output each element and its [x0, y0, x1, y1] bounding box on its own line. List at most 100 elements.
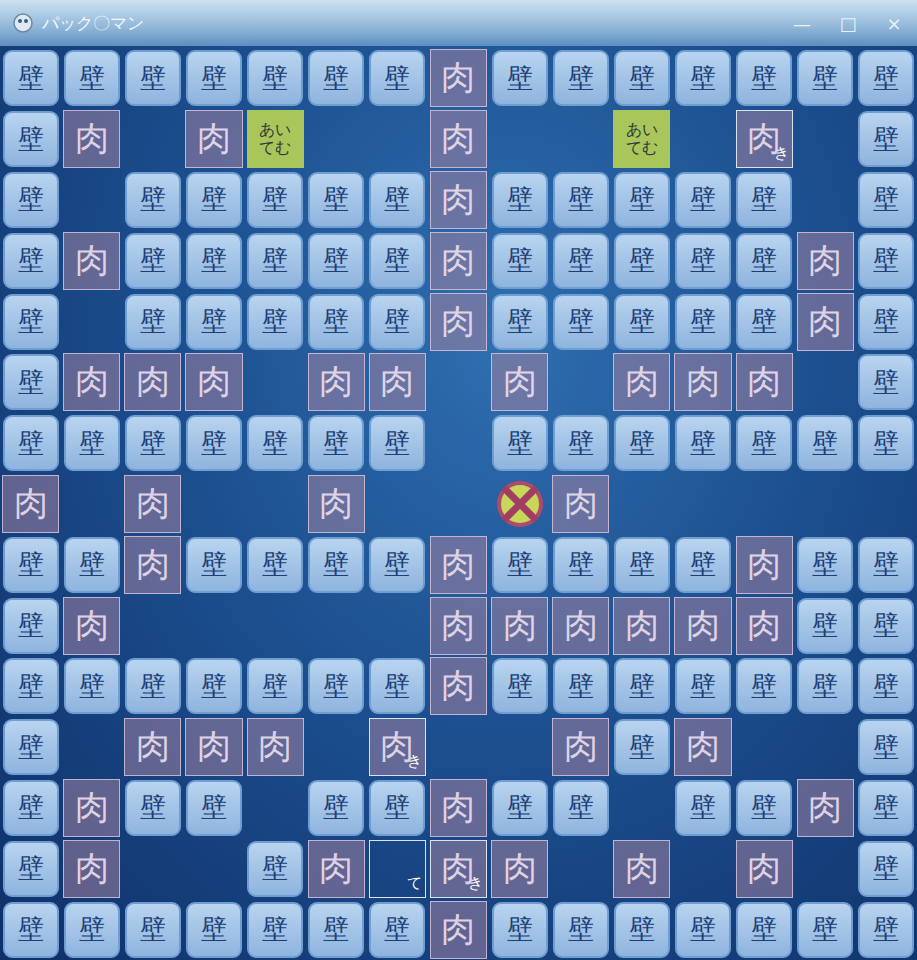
board-cell: 壁: [122, 230, 183, 291]
board-cell: 肉: [306, 474, 367, 535]
board-cell: 肉: [795, 230, 856, 291]
board-cell: 肉: [61, 230, 122, 291]
board-cell: 壁: [856, 534, 917, 595]
wall-tile: 壁: [736, 415, 792, 471]
board-cell: 壁: [0, 899, 61, 960]
wall-tile: 壁: [797, 902, 853, 958]
meat-tile: 肉: [674, 597, 731, 655]
wall-tile: 壁: [308, 50, 364, 106]
board-cell: 壁: [122, 413, 183, 474]
board-cell: 壁: [856, 656, 917, 717]
meat-tile: 肉: [430, 293, 487, 351]
board-cell: 壁: [245, 899, 306, 960]
meat-tile: 肉: [430, 657, 487, 715]
enemy: 肉き: [430, 840, 487, 898]
board-cell: [795, 170, 856, 231]
board-cell: 肉: [0, 474, 61, 535]
board-cell: 壁: [611, 413, 672, 474]
board-cell: 肉き: [367, 717, 428, 778]
board-cell: 壁: [856, 291, 917, 352]
wall-tile: 壁: [247, 172, 303, 228]
board-cell: 壁: [183, 778, 244, 839]
board-cell: 壁: [0, 230, 61, 291]
meat-tile: 肉: [552, 718, 609, 776]
meat-tile: 肉: [430, 779, 487, 837]
board-cell: 壁: [245, 413, 306, 474]
wall-tile: 壁: [614, 415, 670, 471]
window-control-button[interactable]: —: [779, 8, 825, 38]
wall-tile: 壁: [858, 233, 914, 289]
board-cell: [795, 838, 856, 899]
board-cell: 壁: [183, 656, 244, 717]
wall-tile: 壁: [553, 415, 609, 471]
meat-tile: 肉: [124, 353, 181, 411]
wall-tile: 壁: [492, 780, 548, 836]
meat-tile: 肉: [308, 475, 365, 533]
board-cell: 肉: [428, 48, 489, 109]
wall-tile: 壁: [186, 780, 242, 836]
window-control-button[interactable]: □: [825, 8, 871, 38]
board-cell: [795, 474, 856, 535]
wall-tile: 壁: [186, 537, 242, 593]
meat-tile: 肉: [430, 597, 487, 655]
board-cell: 壁: [734, 899, 795, 960]
board-cell: 肉: [611, 595, 672, 656]
board-cell: 壁: [734, 778, 795, 839]
meat-tile: 肉: [674, 718, 731, 776]
board-cell: [245, 595, 306, 656]
board-cell: [489, 717, 550, 778]
wall-tile: 壁: [247, 50, 303, 106]
board-cell: 壁: [245, 48, 306, 109]
wall-tile: 壁: [492, 537, 548, 593]
wall-tile: 壁: [614, 50, 670, 106]
board-cell: [795, 717, 856, 778]
meat-tile: 肉: [124, 536, 181, 594]
board-cell: 壁: [672, 48, 733, 109]
board-cell: [245, 352, 306, 413]
board-cell: [122, 838, 183, 899]
window-control-button[interactable]: ×: [871, 8, 917, 38]
enemy: 肉き: [369, 718, 426, 776]
board-cell: 壁: [367, 230, 428, 291]
wall-tile: 壁: [186, 294, 242, 350]
board-cell: 壁: [0, 717, 61, 778]
wall-tile: 壁: [247, 841, 303, 897]
wall-tile: 壁: [186, 415, 242, 471]
wall-tile: 壁: [675, 415, 731, 471]
board-cell: [550, 838, 611, 899]
wall-tile: 壁: [247, 294, 303, 350]
meat-tile: 肉: [430, 232, 487, 290]
board-cell: 肉: [61, 352, 122, 413]
board-cell: 肉: [734, 352, 795, 413]
wall-tile: 壁: [614, 658, 670, 714]
board-cell: 壁: [306, 534, 367, 595]
board-cell: [245, 474, 306, 535]
board-cell: 肉: [550, 717, 611, 778]
board-cell: 肉: [489, 838, 550, 899]
board-cell: 壁: [550, 48, 611, 109]
wall-tile: 壁: [736, 233, 792, 289]
game-window: パック〇マン—□×壁壁壁壁壁壁壁肉壁壁壁壁壁壁壁壁肉肉あいてむ肉あいてむ肉き壁壁…: [0, 0, 917, 960]
wall-tile: 壁: [186, 233, 242, 289]
board-cell: [428, 717, 489, 778]
board-cell: 壁: [611, 899, 672, 960]
board-cell: 壁: [550, 413, 611, 474]
board-cell: 壁: [489, 778, 550, 839]
wall-tile: 壁: [675, 50, 731, 106]
board-cell: [306, 717, 367, 778]
board-cell: 壁: [734, 656, 795, 717]
board-cell: 壁: [734, 230, 795, 291]
wall-tile: 壁: [736, 780, 792, 836]
title-bar: パック〇マン—□×: [0, 0, 917, 46]
board-cell: [672, 474, 733, 535]
board-cell: 壁: [183, 413, 244, 474]
wall-tile: 壁: [675, 172, 731, 228]
wall-tile: 壁: [858, 415, 914, 471]
wall-tile: 壁: [186, 172, 242, 228]
wall-tile: 壁: [614, 719, 670, 775]
board-cell: 壁: [795, 656, 856, 717]
board-cell: 壁: [61, 899, 122, 960]
board-cell: 壁: [489, 48, 550, 109]
wall-tile: 壁: [675, 902, 731, 958]
wall-tile: 壁: [614, 233, 670, 289]
